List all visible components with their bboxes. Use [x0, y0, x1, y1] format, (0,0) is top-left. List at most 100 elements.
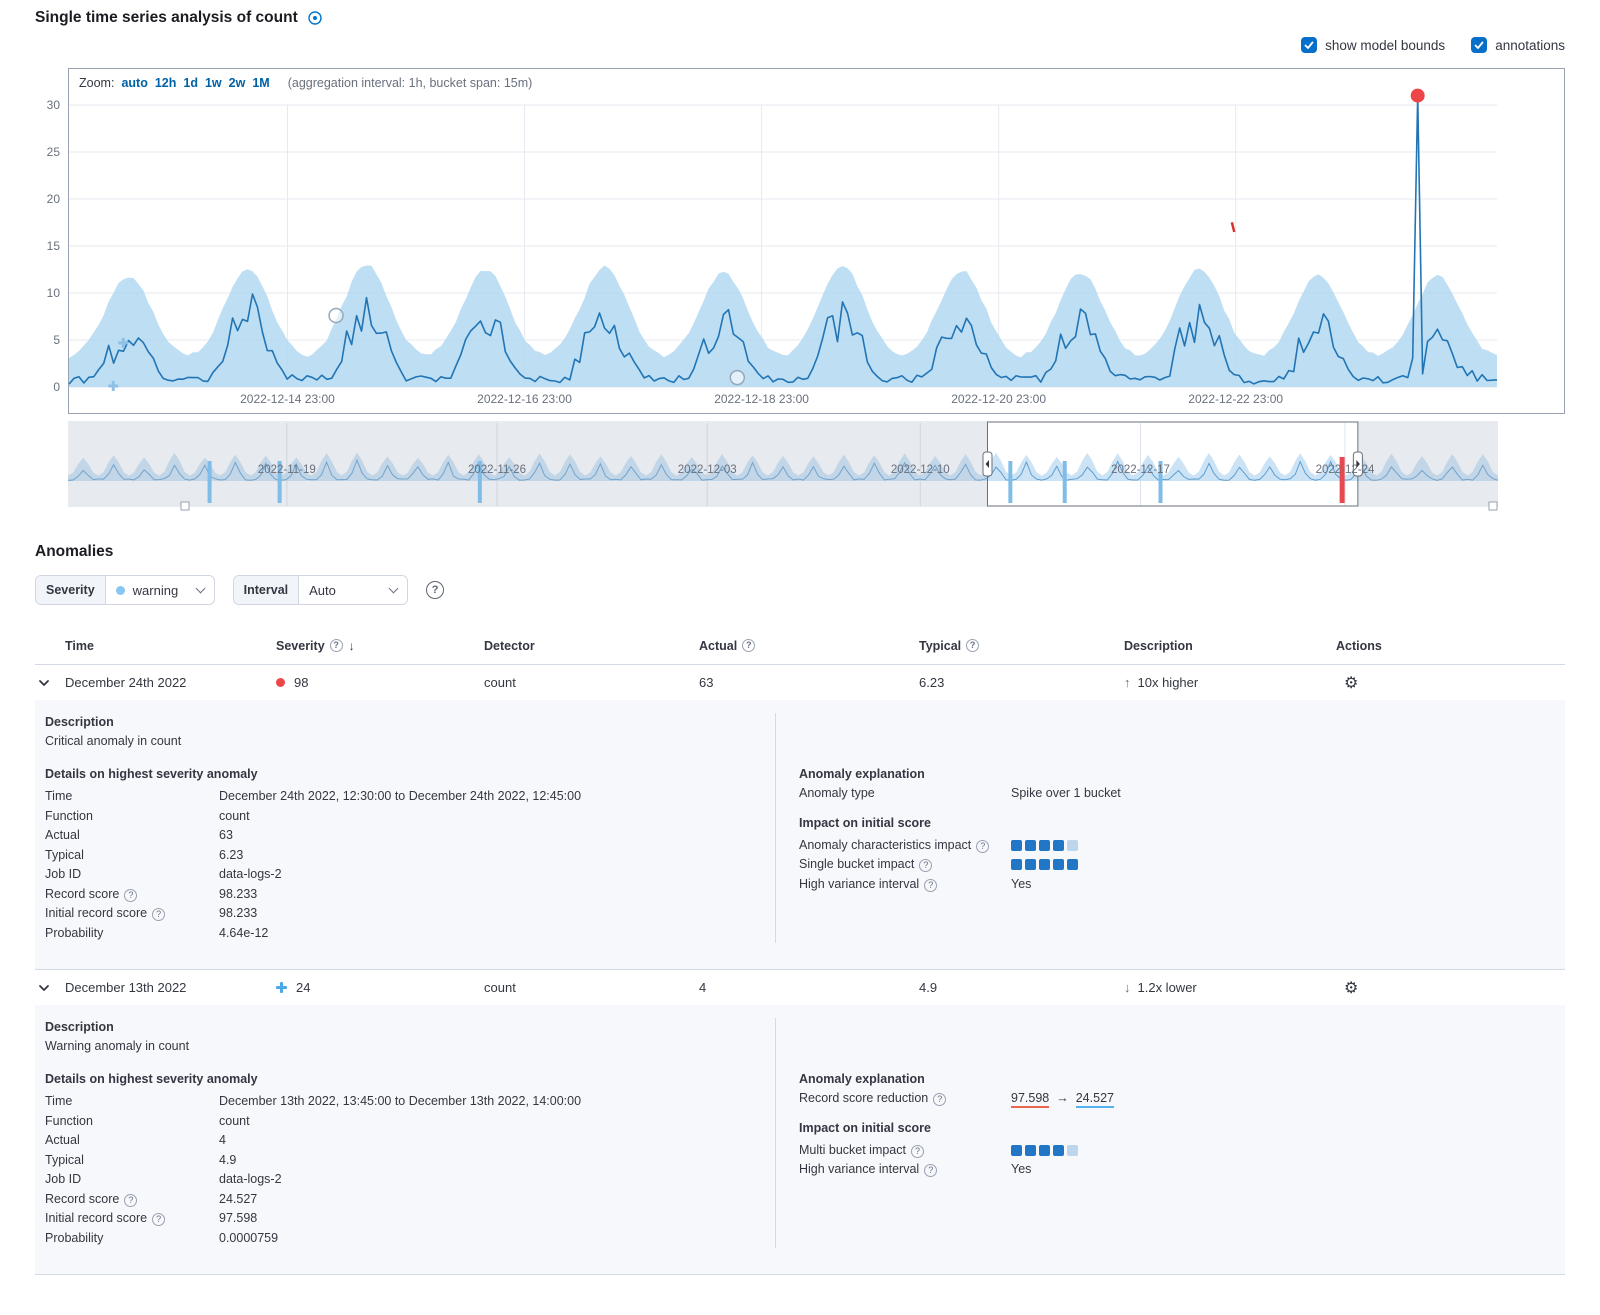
- brush-overlay-left: [68, 421, 987, 507]
- record-score-to: 24.527: [1076, 1091, 1114, 1108]
- sort-desc-icon[interactable]: ↓: [349, 639, 355, 653]
- info-icon[interactable]: ?: [924, 879, 937, 892]
- impact-row: Anomaly characteristics impact?: [799, 836, 1545, 856]
- resize-handle[interactable]: [1489, 502, 1497, 510]
- direction-up-icon: ↑: [1124, 675, 1131, 690]
- context-tick-label: 2022-11-19: [258, 464, 316, 476]
- detail-field-row: Probability4.64e-12: [45, 924, 775, 944]
- chart-target-icon[interactable]: [307, 10, 323, 26]
- severity-cell: 98: [276, 675, 484, 690]
- time-series-chart-panel: Zoom: auto12h1d1w2w1M (aggregation inter…: [68, 68, 1565, 414]
- field-value: 98.233: [219, 885, 257, 905]
- info-icon[interactable]: ?: [966, 639, 979, 652]
- context-anomaly-bar-warning: [1063, 461, 1067, 503]
- annotations-checkbox[interactable]: annotations: [1471, 37, 1565, 53]
- field-label: Typical: [45, 846, 219, 866]
- info-icon[interactable]: ?: [976, 840, 989, 853]
- impact-heading: Impact on initial score: [799, 814, 1545, 833]
- impact-square-filled: [1053, 840, 1064, 851]
- expand-cell: [35, 674, 65, 692]
- expand-cell: [35, 979, 65, 997]
- impact-square-filled: [1011, 840, 1022, 851]
- context-anomaly-bar-warning: [208, 461, 212, 503]
- anomaly-time: December 13th 2022: [65, 980, 186, 995]
- zoom-links: auto 12h 1d 1w 2w 1M: [121, 76, 276, 90]
- zoom-option-1w[interactable]: 1w: [205, 76, 222, 90]
- y-axis-tick-label: 30: [47, 98, 61, 112]
- y-axis-tick-label: 10: [47, 286, 61, 300]
- field-label: Probability: [45, 924, 219, 944]
- collapse-row-button[interactable]: [35, 674, 53, 692]
- detector-cell: count: [484, 980, 699, 995]
- info-icon[interactable]: ?: [152, 908, 165, 921]
- detail-field-row: Functioncount: [45, 807, 775, 827]
- anomaly-row: December 13th 202224count44.9↓1.2x lower…: [35, 970, 1565, 1005]
- actions-cell: ⚙: [1336, 673, 1565, 693]
- gear-icon[interactable]: ⚙: [1344, 673, 1358, 693]
- severity-filter[interactable]: Severity warning: [35, 575, 215, 605]
- record-score-from: 97.598: [1011, 1091, 1049, 1108]
- detector-name: count: [484, 980, 516, 995]
- zoom-option-2w[interactable]: 2w: [229, 76, 246, 90]
- field-value: 4: [219, 1131, 226, 1151]
- explanation-heading: Anomaly explanation: [799, 1070, 1545, 1089]
- interval-filter[interactable]: Interval Auto: [233, 575, 408, 605]
- description-heading: Description: [45, 1018, 775, 1037]
- explanation-value: Spike over 1 bucket: [1011, 784, 1121, 804]
- column-header-detector: Detector: [484, 639, 699, 653]
- field-label: Typical: [45, 1151, 219, 1171]
- impact-squares: [1011, 859, 1078, 870]
- scheduled-event-marker[interactable]: [730, 371, 744, 385]
- description-value: Critical anomaly in count: [45, 732, 775, 751]
- help-icon[interactable]: ?: [426, 581, 444, 599]
- impact-square-filled: [1039, 840, 1050, 851]
- zoom-option-auto[interactable]: auto: [121, 76, 147, 90]
- detail-field-row: TimeDecember 24th 2022, 12:30:00 to Dece…: [45, 787, 775, 807]
- scheduled-event-marker[interactable]: [329, 309, 343, 323]
- info-icon[interactable]: ?: [152, 1213, 165, 1226]
- chart-toggles: show model bounds annotations: [35, 35, 1565, 55]
- zoom-option-1d[interactable]: 1d: [183, 76, 198, 90]
- x-axis-tick-label: 2022-12-14 23:00: [240, 392, 335, 406]
- zoom-option-1M[interactable]: 1M: [252, 76, 269, 90]
- checkbox-checked-icon: [1471, 37, 1487, 53]
- interval-filter-value: Auto: [309, 583, 336, 598]
- anomaly-row: December 24th 202298count636.23↑10x high…: [35, 665, 1565, 700]
- info-icon[interactable]: ?: [742, 639, 755, 652]
- context-navigator-chart[interactable]: 2022-11-192022-11-262022-12-032022-12-10…: [68, 421, 1498, 513]
- zoom-option-12h[interactable]: 12h: [155, 76, 177, 90]
- zoom-label: Zoom:: [79, 76, 114, 90]
- main-time-series-chart[interactable]: 2022-12-14 23:002022-12-16 23:002022-12-…: [69, 97, 1497, 413]
- info-icon[interactable]: ?: [924, 1164, 937, 1177]
- description-value: Warning anomaly in count: [45, 1037, 775, 1056]
- context-tick-label: 2022-12-10: [891, 464, 950, 476]
- description-cell: ↑ 10x higher: [1124, 675, 1336, 690]
- table-header-row: TimeSeverity?↓DetectorActual?Typical?Des…: [35, 627, 1565, 665]
- anomaly-time: December 24th 2022: [65, 675, 186, 690]
- info-icon[interactable]: ?: [124, 1194, 137, 1207]
- detail-field-row: Typical4.9: [45, 1151, 775, 1171]
- field-value: data-logs-2: [219, 865, 282, 885]
- gear-icon[interactable]: ⚙: [1344, 978, 1358, 998]
- collapse-row-button[interactable]: [35, 979, 53, 997]
- info-icon[interactable]: ?: [919, 859, 932, 872]
- show-model-bounds-checkbox[interactable]: show model bounds: [1301, 37, 1445, 53]
- context-tick-label: 2022-11-26: [468, 464, 526, 476]
- resize-handle[interactable]: [181, 502, 189, 510]
- column-header-actions: Actions: [1336, 639, 1565, 653]
- column-header-label: Severity: [276, 639, 325, 653]
- description-text: 10x higher: [1138, 675, 1199, 690]
- field-label: Job ID: [45, 865, 219, 885]
- explanation-column: Anomaly explanationRecord score reductio…: [775, 1018, 1545, 1248]
- info-icon[interactable]: ?: [330, 639, 343, 652]
- info-icon[interactable]: ?: [124, 889, 137, 902]
- info-icon[interactable]: ?: [933, 1093, 946, 1106]
- info-icon[interactable]: ?: [911, 1145, 924, 1158]
- field-value: December 13th 2022, 13:45:00 to December…: [219, 1092, 581, 1112]
- column-header-label: Time: [65, 639, 94, 653]
- time-cell: December 24th 2022: [65, 675, 276, 690]
- impact-squares: [1011, 1145, 1078, 1156]
- impact-square-filled: [1025, 840, 1036, 851]
- critical-anomaly-dot[interactable]: [1411, 89, 1425, 103]
- explanation-value: 97.598→24.527: [1011, 1089, 1114, 1109]
